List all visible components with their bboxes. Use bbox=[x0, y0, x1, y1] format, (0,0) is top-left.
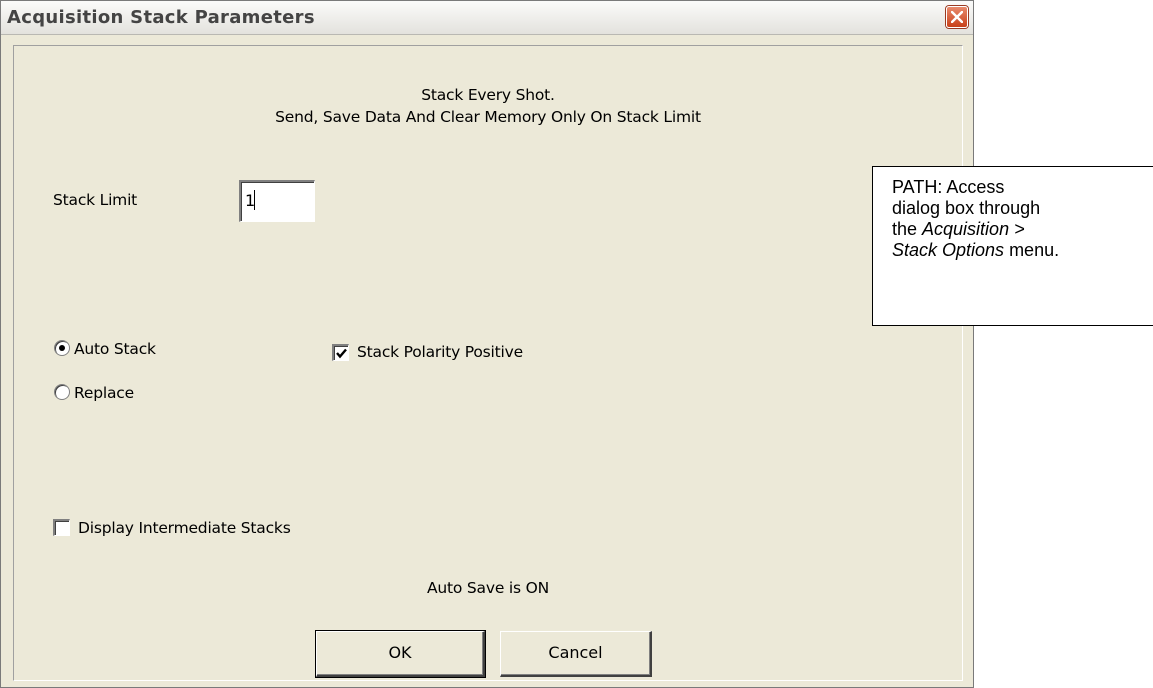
text-caret bbox=[254, 190, 255, 210]
stack-limit-label: Stack Limit bbox=[53, 191, 138, 209]
path-callout: PATH: Access dialog box through the Acqu… bbox=[872, 166, 1153, 326]
replace-radio[interactable] bbox=[54, 384, 70, 400]
title-bar[interactable]: Acquisition Stack Parameters bbox=[1, 1, 973, 35]
ok-button[interactable]: OK bbox=[315, 630, 486, 678]
header-line-1: Stack Every Shot. bbox=[421, 86, 555, 104]
auto-save-status: Auto Save is ON bbox=[427, 579, 549, 597]
close-button[interactable] bbox=[946, 6, 968, 28]
stack-limit-input[interactable]: 1 bbox=[239, 180, 315, 222]
header-line-2: Send, Save Data And Clear Memory Only On… bbox=[275, 108, 701, 126]
display-intermediate-label[interactable]: Display Intermediate Stacks bbox=[78, 519, 291, 537]
callout-line-4-suffix: menu. bbox=[1004, 240, 1060, 260]
acquisition-stack-dialog: Acquisition Stack Parameters Stack Every… bbox=[0, 0, 974, 688]
callout-line-3-prefix: the bbox=[892, 219, 923, 239]
checkmark-icon bbox=[336, 348, 347, 359]
callout-line-3: the Acquisition > bbox=[892, 219, 1153, 240]
auto-stack-radio[interactable] bbox=[54, 340, 70, 356]
stack-polarity-label[interactable]: Stack Polarity Positive bbox=[357, 343, 523, 361]
callout-line-4: Stack Options menu. bbox=[892, 240, 1153, 261]
display-intermediate-checkbox[interactable] bbox=[53, 519, 70, 536]
callout-line-2: dialog box through bbox=[892, 198, 1041, 218]
callout-menu-acquisition: Acquisition > bbox=[922, 219, 1025, 239]
callout-line-1: PATH: Access bbox=[892, 177, 1005, 197]
stack-polarity-checkbox[interactable] bbox=[332, 344, 349, 361]
auto-stack-label[interactable]: Auto Stack bbox=[74, 340, 156, 358]
replace-label[interactable]: Replace bbox=[74, 384, 134, 402]
close-icon bbox=[951, 11, 963, 23]
dialog-title: Acquisition Stack Parameters bbox=[7, 7, 315, 28]
radio-selected-dot bbox=[59, 345, 65, 351]
callout-menu-stack-options: Stack Options bbox=[892, 240, 1005, 260]
cancel-button[interactable]: Cancel bbox=[500, 631, 652, 677]
